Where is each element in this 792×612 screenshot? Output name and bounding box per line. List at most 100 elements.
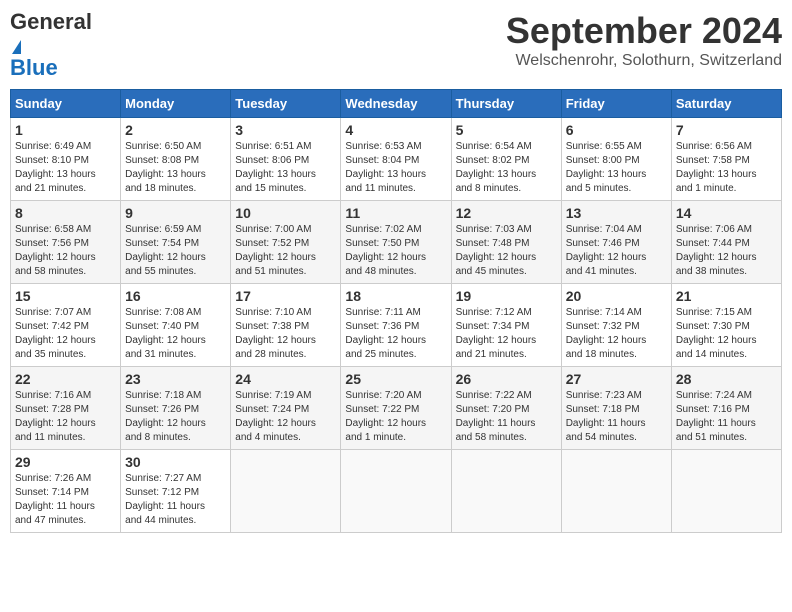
- day-number: 4: [345, 122, 446, 138]
- cell-info: Sunrise: 6:58 AM Sunset: 7:56 PM Dayligh…: [15, 223, 116, 279]
- page-header: General Blue September 2024 Welschenrohr…: [10, 10, 782, 81]
- week-row-1: 1 Sunrise: 6:49 AM Sunset: 8:10 PM Daylig…: [11, 117, 782, 200]
- cell-info: Sunrise: 7:00 AM Sunset: 7:52 PM Dayligh…: [235, 223, 336, 279]
- day-cell-24: 24Sunrise: 7:19 AM Sunset: 7:24 PM Dayli…: [231, 366, 341, 449]
- day-number: 27: [566, 371, 667, 387]
- day-number: 30: [125, 454, 226, 470]
- day-number: 24: [235, 371, 336, 387]
- day-cell-26: 26Sunrise: 7:22 AM Sunset: 7:20 PM Dayli…: [451, 366, 561, 449]
- day-cell-8: 8 Sunrise: 6:58 AM Sunset: 7:56 PM Daylig…: [11, 200, 121, 283]
- cell-info: Sunrise: 7:11 AM Sunset: 7:36 PM Dayligh…: [345, 306, 446, 362]
- cell-info: Sunrise: 7:02 AM Sunset: 7:50 PM Dayligh…: [345, 223, 446, 279]
- header-friday: Friday: [561, 89, 671, 117]
- cell-info: Sunrise: 6:59 AM Sunset: 7:54 PM Dayligh…: [125, 223, 226, 279]
- day-number: 18: [345, 288, 446, 304]
- day-number: 1: [15, 122, 116, 138]
- day-cell-10: 10Sunrise: 7:00 AM Sunset: 7:52 PM Dayli…: [231, 200, 341, 283]
- week-row-5: 29Sunrise: 7:26 AM Sunset: 7:14 PM Dayli…: [11, 449, 782, 532]
- day-cell-9: 9 Sunrise: 6:59 AM Sunset: 7:54 PM Daylig…: [121, 200, 231, 283]
- day-cell-29: 29Sunrise: 7:26 AM Sunset: 7:14 PM Dayli…: [11, 449, 121, 532]
- empty-cell: [231, 449, 341, 532]
- cell-info: Sunrise: 7:07 AM Sunset: 7:42 PM Dayligh…: [15, 306, 116, 362]
- day-number: 15: [15, 288, 116, 304]
- logo-triangle-icon: [12, 40, 21, 54]
- header-row: SundayMondayTuesdayWednesdayThursdayFrid…: [11, 89, 782, 117]
- calendar-title: September 2024: [506, 10, 782, 52]
- day-cell-23: 23Sunrise: 7:18 AM Sunset: 7:26 PM Dayli…: [121, 366, 231, 449]
- empty-cell: [341, 449, 451, 532]
- day-cell-15: 15 Sunrise: 7:07 AM Sunset: 7:42 PM Dayli…: [11, 283, 121, 366]
- day-number: 8: [15, 205, 116, 221]
- cell-info: Sunrise: 7:16 AM Sunset: 7:28 PM Dayligh…: [15, 389, 116, 445]
- day-number: 16: [125, 288, 226, 304]
- header-saturday: Saturday: [671, 89, 781, 117]
- day-number: 7: [676, 122, 777, 138]
- cell-info: Sunrise: 7:14 AM Sunset: 7:32 PM Dayligh…: [566, 306, 667, 362]
- day-number: 9: [125, 205, 226, 221]
- cell-info: Sunrise: 7:22 AM Sunset: 7:20 PM Dayligh…: [456, 389, 557, 445]
- day-cell-22: 22 Sunrise: 7:16 AM Sunset: 7:28 PM Dayli…: [11, 366, 121, 449]
- cell-info: Sunrise: 6:49 AM Sunset: 8:10 PM Dayligh…: [15, 140, 116, 196]
- day-number: 29: [15, 454, 116, 470]
- cell-info: Sunrise: 7:03 AM Sunset: 7:48 PM Dayligh…: [456, 223, 557, 279]
- cell-info: Sunrise: 7:20 AM Sunset: 7:22 PM Dayligh…: [345, 389, 446, 445]
- calendar-location: Welschenrohr, Solothurn, Switzerland: [506, 52, 782, 70]
- cell-info: Sunrise: 7:04 AM Sunset: 7:46 PM Dayligh…: [566, 223, 667, 279]
- day-number: 6: [566, 122, 667, 138]
- day-cell-3: 3Sunrise: 6:51 AM Sunset: 8:06 PM Daylig…: [231, 117, 341, 200]
- cell-info: Sunrise: 7:23 AM Sunset: 7:18 PM Dayligh…: [566, 389, 667, 445]
- empty-cell: [561, 449, 671, 532]
- calendar-table: SundayMondayTuesdayWednesdayThursdayFrid…: [10, 89, 782, 533]
- day-cell-25: 25 Sunrise: 7:20 AM Sunset: 7:22 PM Dayli…: [341, 366, 451, 449]
- cell-info: Sunrise: 6:50 AM Sunset: 8:08 PM Dayligh…: [125, 140, 226, 196]
- day-cell-1: 1 Sunrise: 6:49 AM Sunset: 8:10 PM Daylig…: [11, 117, 121, 200]
- day-cell-21: 21 Sunrise: 7:15 AM Sunset: 7:30 PM Dayli…: [671, 283, 781, 366]
- day-number: 22: [15, 371, 116, 387]
- day-number: 13: [566, 205, 667, 221]
- cell-info: Sunrise: 7:06 AM Sunset: 7:44 PM Dayligh…: [676, 223, 777, 279]
- cell-info: Sunrise: 7:24 AM Sunset: 7:16 PM Dayligh…: [676, 389, 777, 445]
- title-block: September 2024 Welschenrohr, Solothurn, …: [506, 10, 782, 70]
- cell-info: Sunrise: 6:55 AM Sunset: 8:00 PM Dayligh…: [566, 140, 667, 196]
- day-number: 23: [125, 371, 226, 387]
- header-tuesday: Tuesday: [231, 89, 341, 117]
- header-monday: Monday: [121, 89, 231, 117]
- day-cell-11: 11Sunrise: 7:02 AM Sunset: 7:50 PM Dayli…: [341, 200, 451, 283]
- day-number: 28: [676, 371, 777, 387]
- logo-general: General: [10, 9, 92, 34]
- day-cell-4: 4 Sunrise: 6:53 AM Sunset: 8:04 PM Daylig…: [341, 117, 451, 200]
- day-cell-16: 16Sunrise: 7:08 AM Sunset: 7:40 PM Dayli…: [121, 283, 231, 366]
- week-row-3: 15 Sunrise: 7:07 AM Sunset: 7:42 PM Dayli…: [11, 283, 782, 366]
- day-number: 2: [125, 122, 226, 138]
- day-number: 21: [676, 288, 777, 304]
- day-cell-7: 7 Sunrise: 6:56 AM Sunset: 7:58 PM Daylig…: [671, 117, 781, 200]
- header-wednesday: Wednesday: [341, 89, 451, 117]
- cell-info: Sunrise: 6:53 AM Sunset: 8:04 PM Dayligh…: [345, 140, 446, 196]
- day-number: 3: [235, 122, 336, 138]
- cell-info: Sunrise: 7:15 AM Sunset: 7:30 PM Dayligh…: [676, 306, 777, 362]
- cell-info: Sunrise: 7:12 AM Sunset: 7:34 PM Dayligh…: [456, 306, 557, 362]
- header-sunday: Sunday: [11, 89, 121, 117]
- day-cell-13: 13 Sunrise: 7:04 AM Sunset: 7:46 PM Dayli…: [561, 200, 671, 283]
- day-number: 20: [566, 288, 667, 304]
- week-row-2: 8 Sunrise: 6:58 AM Sunset: 7:56 PM Daylig…: [11, 200, 782, 283]
- day-cell-20: 20 Sunrise: 7:14 AM Sunset: 7:32 PM Dayli…: [561, 283, 671, 366]
- cell-info: Sunrise: 6:56 AM Sunset: 7:58 PM Dayligh…: [676, 140, 777, 196]
- cell-info: Sunrise: 6:54 AM Sunset: 8:02 PM Dayligh…: [456, 140, 557, 196]
- day-cell-5: 5Sunrise: 6:54 AM Sunset: 8:02 PM Daylig…: [451, 117, 561, 200]
- day-number: 19: [456, 288, 557, 304]
- day-cell-14: 14Sunrise: 7:06 AM Sunset: 7:44 PM Dayli…: [671, 200, 781, 283]
- logo: General Blue: [10, 10, 100, 81]
- day-cell-27: 27 Sunrise: 7:23 AM Sunset: 7:18 PM Dayli…: [561, 366, 671, 449]
- week-row-4: 22 Sunrise: 7:16 AM Sunset: 7:28 PM Dayli…: [11, 366, 782, 449]
- day-cell-28: 28 Sunrise: 7:24 AM Sunset: 7:16 PM Dayli…: [671, 366, 781, 449]
- day-number: 17: [235, 288, 336, 304]
- day-number: 12: [456, 205, 557, 221]
- day-cell-6: 6 Sunrise: 6:55 AM Sunset: 8:00 PM Daylig…: [561, 117, 671, 200]
- empty-cell: [451, 449, 561, 532]
- cell-info: Sunrise: 7:27 AM Sunset: 7:12 PM Dayligh…: [125, 472, 226, 528]
- header-thursday: Thursday: [451, 89, 561, 117]
- logo-blue: Blue: [10, 55, 58, 80]
- day-number: 25: [345, 371, 446, 387]
- day-cell-17: 17Sunrise: 7:10 AM Sunset: 7:38 PM Dayli…: [231, 283, 341, 366]
